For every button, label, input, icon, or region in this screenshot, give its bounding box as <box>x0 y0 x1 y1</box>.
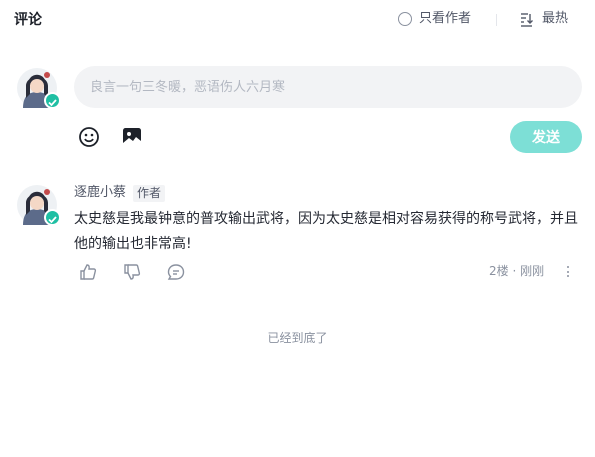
end-of-list-text: 已经到底了 <box>267 331 328 345</box>
header-divider <box>496 14 497 26</box>
dislike-icon[interactable] <box>122 262 142 282</box>
comment-author-row: 逐鹿小蔡 作者 <box>74 184 166 202</box>
like-icon[interactable] <box>78 262 98 282</box>
verified-badge <box>44 92 61 109</box>
user-avatar[interactable] <box>17 68 65 116</box>
sort-hot-button[interactable]: 最热 <box>519 10 568 28</box>
check-icon <box>48 99 57 107</box>
more-options-icon[interactable] <box>563 263 573 280</box>
only-author-label: 只看作者 <box>419 11 472 26</box>
sort-label: 最热 <box>542 11 569 26</box>
author-tag: 作者 <box>133 184 166 202</box>
comment-input[interactable] <box>74 66 582 108</box>
page-title: 评论 <box>14 12 42 28</box>
emoji-icon[interactable] <box>77 125 101 149</box>
sort-icon <box>521 12 533 27</box>
verified-badge <box>44 209 61 226</box>
reply-icon[interactable] <box>166 262 186 282</box>
radio-icon[interactable] <box>398 12 412 26</box>
check-icon <box>48 216 57 224</box>
comments-header: 评论 只看作者 最热 <box>0 0 595 40</box>
comment-content: 太史慈是我最钟意的普攻输出武将，因为太史慈是相对容易获得的称号武将，并且他的输出… <box>74 211 578 252</box>
only-author-toggle[interactable]: 只看作者 <box>398 10 471 28</box>
image-icon[interactable] <box>120 125 144 149</box>
comment-input-container[interactable] <box>74 66 582 108</box>
comment-author-name[interactable]: 逐鹿小蔡 <box>74 184 126 202</box>
comment-meta: 2楼 · 刚刚 <box>489 264 545 278</box>
send-button[interactable]: 发送 <box>510 121 582 153</box>
comment-author-avatar[interactable] <box>17 185 65 233</box>
